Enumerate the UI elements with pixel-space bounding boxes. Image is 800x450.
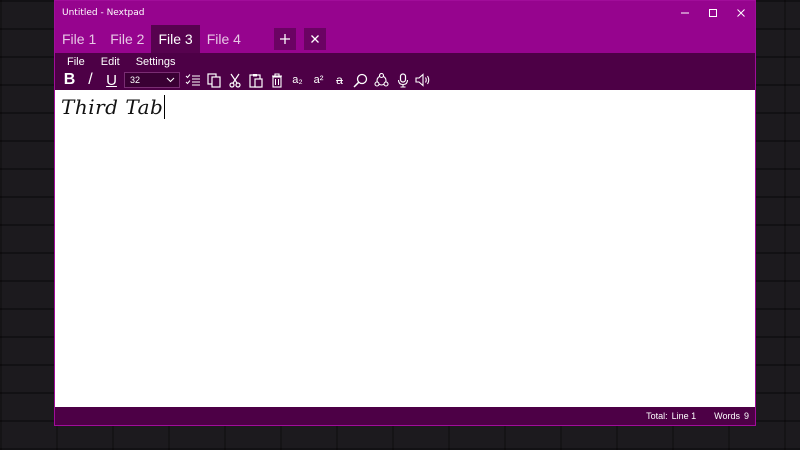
chevron-down-icon bbox=[166, 77, 175, 83]
speaker-button[interactable] bbox=[413, 70, 434, 90]
copy-button[interactable] bbox=[203, 70, 224, 90]
bold-button[interactable]: B bbox=[59, 70, 80, 90]
subscript-icon: a₂ bbox=[292, 74, 303, 86]
superscript-icon: a² bbox=[313, 74, 324, 86]
font-size-value: 32 bbox=[130, 75, 141, 85]
cut-icon bbox=[228, 73, 241, 88]
microphone-button[interactable] bbox=[392, 70, 413, 90]
strikethrough-button[interactable]: a bbox=[329, 70, 350, 90]
share-icon bbox=[374, 72, 389, 87]
window-close-button[interactable] bbox=[727, 1, 755, 25]
delete-icon bbox=[271, 72, 282, 88]
add-tab-button[interactable] bbox=[273, 28, 296, 50]
underline-icon: U bbox=[106, 71, 117, 89]
share-button[interactable] bbox=[371, 70, 392, 90]
maximize-icon bbox=[709, 9, 717, 17]
menu-bar: File Edit Settings bbox=[55, 53, 755, 70]
plus-icon bbox=[279, 34, 290, 44]
app-window: Untitled - Nextpad File 1 File 2 File 3 … bbox=[54, 0, 756, 426]
checklist-button[interactable] bbox=[182, 70, 203, 90]
tab-file-1[interactable]: File 1 bbox=[55, 25, 103, 53]
italic-button[interactable]: / bbox=[80, 70, 101, 90]
words-label: Words bbox=[714, 411, 740, 421]
editor-content[interactable]: Third Tab bbox=[61, 95, 163, 119]
total-label: Total: bbox=[646, 411, 668, 421]
search-icon bbox=[353, 73, 368, 88]
text-caret bbox=[164, 95, 166, 119]
window-close-icon bbox=[737, 9, 745, 17]
close-icon bbox=[310, 35, 319, 43]
toolbar: B / U 32 a₂ a² a bbox=[55, 70, 755, 90]
tab-file-3[interactable]: File 3 bbox=[151, 25, 200, 53]
underline-button[interactable]: U bbox=[101, 70, 122, 90]
paste-button[interactable] bbox=[245, 70, 266, 90]
bold-icon: B bbox=[63, 71, 76, 88]
delete-button[interactable] bbox=[266, 70, 287, 90]
subscript-button[interactable]: a₂ bbox=[287, 70, 308, 90]
minimize-icon bbox=[681, 12, 689, 14]
tab-bar: File 1 File 2 File 3 File 4 bbox=[55, 25, 755, 53]
tab-file-4[interactable]: File 4 bbox=[200, 25, 248, 53]
word-count: 9 bbox=[743, 411, 749, 421]
italic-icon: / bbox=[88, 71, 93, 88]
menu-edit[interactable]: Edit bbox=[101, 56, 120, 68]
window-controls bbox=[671, 1, 755, 25]
superscript-button[interactable]: a² bbox=[308, 70, 329, 90]
menu-file[interactable]: File bbox=[67, 56, 85, 68]
minimize-button[interactable] bbox=[671, 1, 699, 25]
maximize-button[interactable] bbox=[699, 1, 727, 25]
font-size-dropdown[interactable]: 32 bbox=[124, 72, 180, 88]
title-bar[interactable]: Untitled - Nextpad bbox=[55, 1, 755, 25]
cut-button[interactable] bbox=[224, 70, 245, 90]
microphone-icon bbox=[397, 72, 408, 88]
checklist-icon bbox=[185, 74, 200, 86]
search-button[interactable] bbox=[350, 70, 371, 90]
tab-file-2[interactable]: File 2 bbox=[103, 25, 151, 53]
status-bar: Total: Line 1 Words 9 bbox=[55, 407, 755, 425]
speaker-icon bbox=[415, 73, 430, 87]
text-editor[interactable]: Third Tab bbox=[55, 90, 755, 407]
close-tab-button[interactable] bbox=[303, 28, 326, 50]
paste-icon bbox=[248, 73, 263, 88]
copy-icon bbox=[206, 72, 221, 88]
window-title: Untitled - Nextpad bbox=[62, 8, 145, 18]
menu-settings[interactable]: Settings bbox=[136, 56, 176, 68]
line-indicator: Line 1 bbox=[671, 411, 697, 421]
strikethrough-icon: a bbox=[336, 73, 343, 87]
